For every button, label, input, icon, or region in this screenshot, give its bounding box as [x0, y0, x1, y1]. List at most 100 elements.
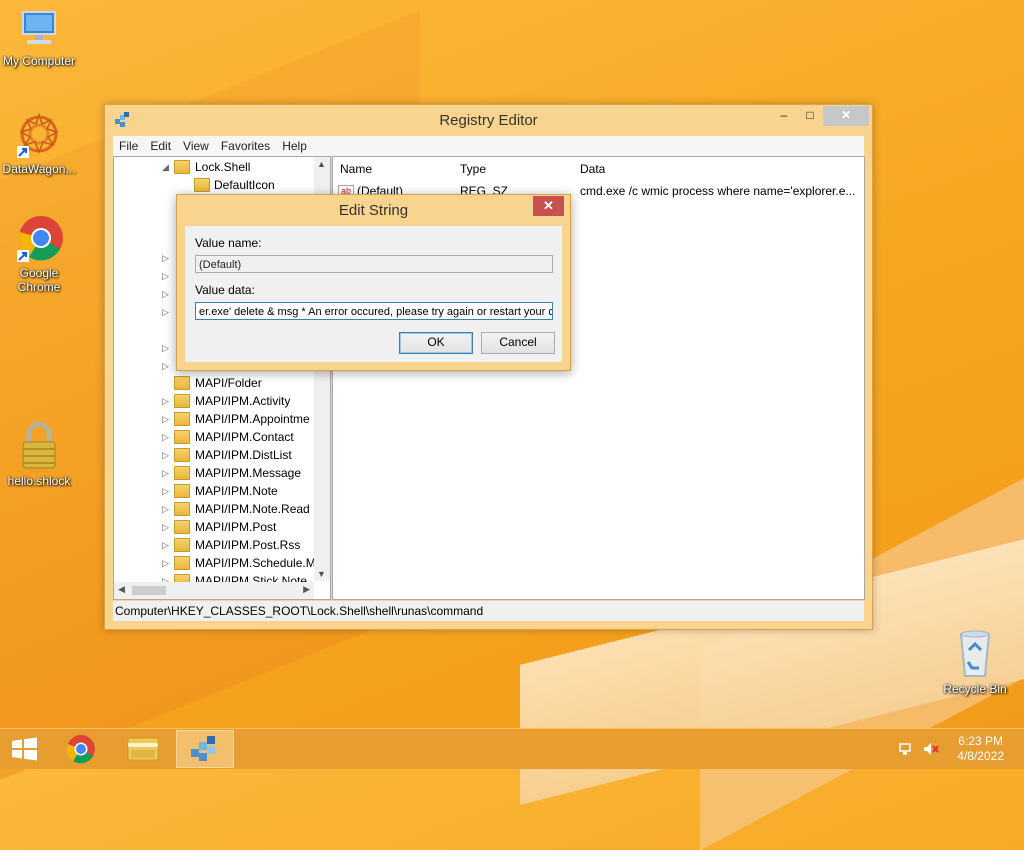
tree-item[interactable]: ▷ MAPI/IPM.DistList — [114, 446, 314, 464]
tree-item-lock-shell[interactable]: ◢ Lock.Shell — [114, 158, 314, 176]
tree-item[interactable]: ▷ MAPI/IPM.Note — [114, 482, 314, 500]
close-button[interactable]: ✕ — [823, 106, 869, 126]
tree-item-label: MAPI/Folder — [195, 376, 262, 390]
expand-arrow-icon[interactable]: ▷ — [162, 357, 169, 375]
column-header-data[interactable]: Data — [580, 157, 605, 181]
expand-arrow-icon[interactable]: ▷ — [162, 518, 169, 536]
tree-item-label: MAPI/IPM.Note.Read — [195, 502, 310, 516]
value-data-label: Value data: — [195, 283, 255, 297]
tree-item[interactable]: ▷ MAPI/IPM.Schedule.M — [114, 554, 316, 572]
folder-icon — [174, 430, 190, 444]
folder-icon — [194, 178, 210, 192]
datawagon-shortcut-icon — [17, 112, 59, 158]
maximize-button[interactable]: □ — [797, 106, 823, 126]
expand-arrow-icon[interactable]: ▷ — [162, 536, 169, 554]
desktop-icon-google-chrome[interactable]: Google Chrome — [0, 214, 78, 294]
folder-icon — [174, 412, 190, 426]
ok-button[interactable]: OK — [399, 332, 473, 354]
desktop-icon-label: DataWagon... — [2, 162, 76, 176]
menu-favorites[interactable]: Favorites — [215, 136, 276, 156]
expand-arrow-icon[interactable]: ▷ — [162, 303, 169, 321]
scroll-up-icon[interactable]: ▲ — [317, 159, 326, 169]
tree-item-label: Lock.Shell — [195, 160, 251, 174]
tree-expander-hidden[interactable]: ▷ — [114, 249, 174, 267]
tree-item[interactable]: ▷ MAPI/IPM.Appointme — [114, 410, 314, 428]
expand-arrow-icon[interactable]: ▷ — [162, 267, 169, 285]
expand-arrow-icon[interactable]: ▷ — [162, 482, 169, 500]
tree-item-label: MAPI/IPM.Appointme — [195, 412, 310, 426]
menu-edit[interactable]: Edit — [144, 136, 177, 156]
tree-expander-hidden[interactable]: ▷ — [114, 303, 174, 321]
expand-arrow-icon[interactable]: ▷ — [162, 285, 169, 303]
desktop-icon-my-computer[interactable]: My Computer — [0, 8, 78, 68]
window-titlebar[interactable]: Registry Editor – □ ✕ — [105, 105, 872, 135]
scroll-left-icon[interactable]: ◀ — [118, 584, 125, 595]
scroll-down-icon[interactable]: ▼ — [317, 569, 326, 579]
tree-item[interactable]: ▷ MAPI/IPM.Post.Rss — [114, 536, 314, 554]
status-bar: Computer\HKEY_CLASSES_ROOT\Lock.Shell\sh… — [113, 601, 864, 621]
tree-expander-hidden[interactable]: ▷ — [114, 339, 174, 357]
computer-icon — [22, 11, 56, 44]
desktop-icon-hello-shlock[interactable]: hello.shlock — [0, 422, 78, 488]
tree-item[interactable]: ▷ MAPI/IPM.Message — [114, 464, 314, 482]
dialog-title: Edit String — [338, 202, 409, 219]
tree-expander-hidden[interactable]: ▷ — [114, 357, 174, 375]
clock-time: 6:23 PM — [958, 734, 1003, 748]
cancel-button[interactable]: Cancel — [481, 332, 555, 354]
registry-editor-taskbar-icon[interactable] — [176, 730, 234, 768]
menu-bar: File Edit View Favorites Help — [113, 136, 864, 156]
tree-item-defaulticon[interactable]: DefaultIcon — [114, 176, 314, 194]
expand-arrow-icon[interactable]: ▷ — [162, 249, 169, 267]
expand-arrow-icon[interactable]: ▷ — [162, 410, 169, 428]
value-data-input[interactable]: er.exe' delete & msg * An error occured,… — [195, 302, 553, 320]
taskbar: 6:23 PM 4/8/2022 — [0, 728, 1024, 769]
tree-item-label: MAPI/IPM.Schedule.M — [195, 556, 316, 570]
column-header-name[interactable]: Name — [340, 157, 372, 181]
scroll-right-icon[interactable]: ▶ — [303, 584, 310, 595]
desktop-icon-label: Recycle Bin — [943, 682, 1007, 696]
tree-item[interactable]: MAPI/Folder — [114, 374, 314, 392]
folder-icon — [174, 556, 190, 570]
scroll-thumb[interactable] — [132, 586, 166, 595]
menu-view[interactable]: View — [177, 136, 215, 156]
volume-muted-icon[interactable] — [922, 741, 940, 760]
desktop-icon-label: hello.shlock — [7, 474, 71, 488]
expand-arrow-icon[interactable]: ▷ — [162, 428, 169, 446]
expand-arrow-icon[interactable]: ▷ — [162, 554, 169, 572]
tree-item-label: MAPI/IPM.Message — [195, 466, 302, 480]
folder-icon — [174, 448, 190, 462]
system-clock[interactable]: 6:23 PM 4/8/2022 — [957, 734, 1004, 764]
value-name-field[interactable]: (Default) — [195, 255, 553, 273]
tree-item[interactable]: ▷ MAPI/IPM.Activity — [114, 392, 314, 410]
expand-arrow-icon[interactable]: ▷ — [162, 500, 169, 518]
edit-string-dialog[interactable]: Edit String ✕ Value name: (Default) Valu… — [176, 194, 571, 371]
tree-expander-hidden[interactable]: ▷ — [114, 267, 174, 285]
tree-item-label: MAPI/IPM.Post — [195, 520, 277, 534]
start-button[interactable] — [0, 730, 58, 768]
expand-arrow-icon[interactable]: ▷ — [162, 446, 169, 464]
folder-icon — [174, 376, 190, 390]
tree-item[interactable]: ▷ MAPI/IPM.Note.Read — [114, 500, 314, 518]
tree-item[interactable]: ▷ MAPI/IPM.Contact — [114, 428, 314, 446]
tree-item[interactable]: ▷ MAPI/IPM.Post — [114, 518, 314, 536]
column-header-type[interactable]: Type — [460, 157, 486, 181]
file-explorer-taskbar-icon[interactable] — [114, 730, 172, 768]
tree-horizontal-scrollbar[interactable]: ◀ ▶ — [114, 582, 314, 599]
minimize-button[interactable]: – — [771, 106, 797, 126]
network-icon[interactable] — [898, 741, 914, 760]
desktop-icon-recycle-bin[interactable]: Recycle Bin — [936, 628, 1014, 696]
tree-item-label: MAPI/IPM.Activity — [195, 394, 291, 408]
dialog-close-button[interactable]: ✕ — [533, 196, 564, 216]
menu-file[interactable]: File — [113, 136, 144, 156]
menu-help[interactable]: Help — [276, 136, 313, 156]
tree-item-label: MAPI/IPM.DistList — [195, 448, 292, 462]
chrome-shortcut-icon — [17, 216, 63, 262]
expand-arrow-icon[interactable]: ▷ — [162, 464, 169, 482]
desktop-icon-datawagon[interactable]: DataWagon... — [0, 112, 78, 176]
chrome-taskbar-icon[interactable] — [52, 730, 110, 768]
expand-arrow-icon[interactable]: ▷ — [162, 339, 169, 357]
expand-arrow-icon[interactable]: ▷ — [162, 392, 169, 410]
tree-expander-hidden[interactable]: ▷ — [114, 285, 174, 303]
tree-item-label: DefaultIcon — [214, 178, 275, 192]
collapse-arrow-icon[interactable]: ◢ — [162, 158, 169, 176]
